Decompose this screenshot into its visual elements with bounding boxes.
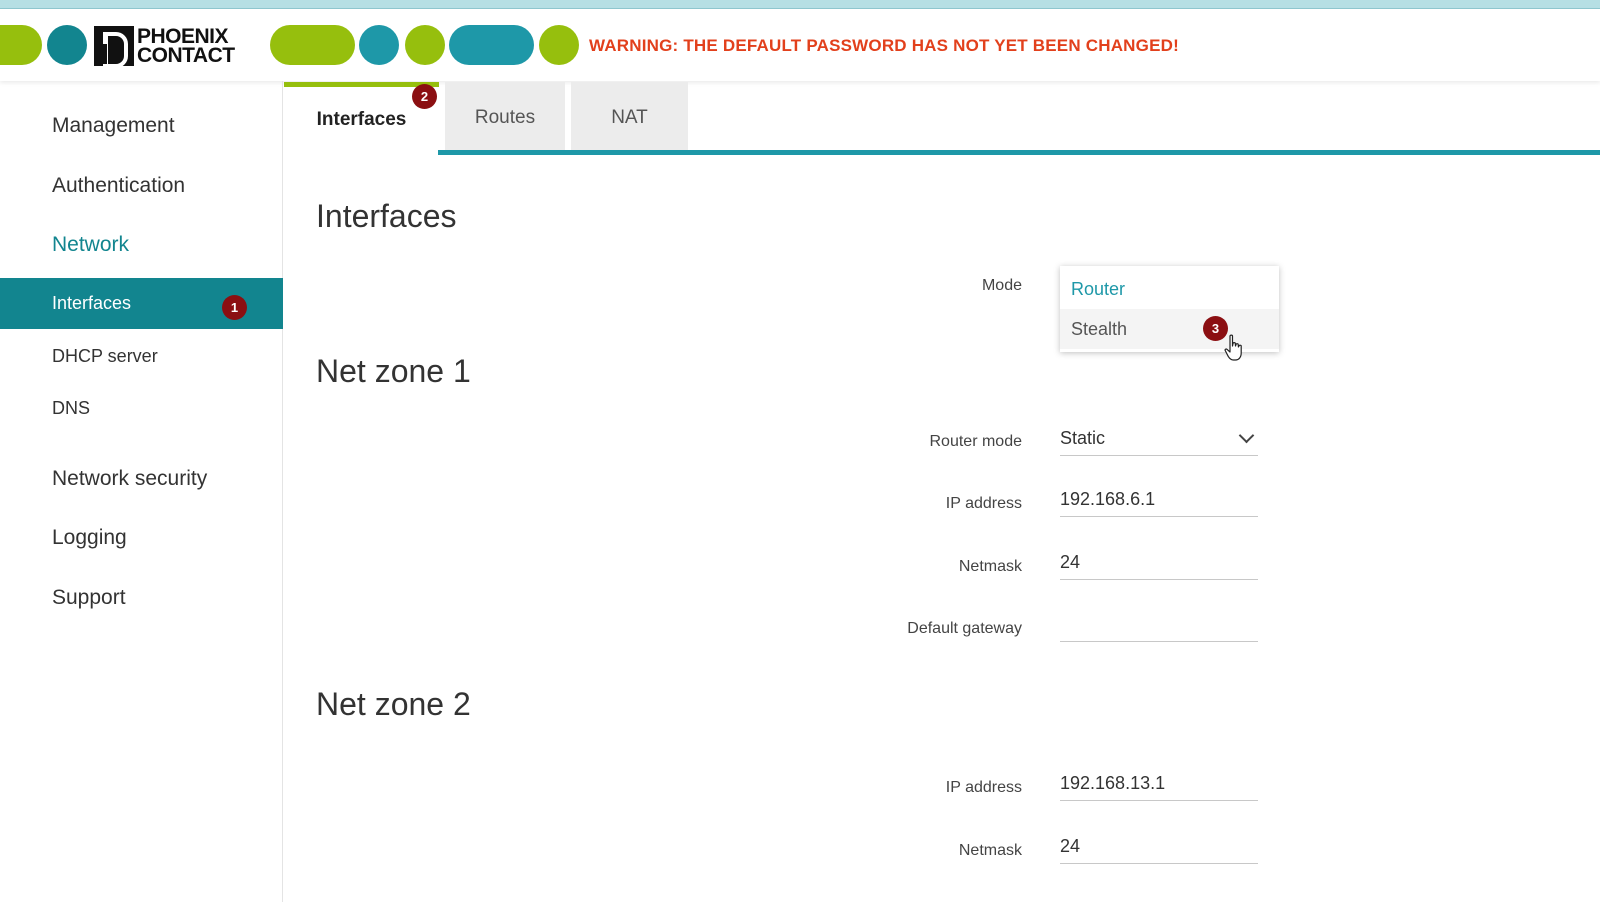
sidebar-item-network-security[interactable]: Network security (52, 467, 207, 491)
brand-shape-6 (449, 25, 534, 65)
nz2-netmask-input[interactable]: 24 (1060, 830, 1258, 864)
mode-option-stealth-label: Stealth (1071, 319, 1128, 339)
brand-shape-3 (270, 25, 355, 65)
phoenix-contact-logo: PHOENIX CONTACT (94, 24, 264, 68)
header-bar: PHOENIX CONTACT WARNING: THE DEFAULT PAS… (0, 9, 1600, 81)
sidebar-subitem-dns[interactable]: DNS (52, 398, 90, 419)
net-zone-2-title: Net zone 2 (316, 686, 471, 722)
router-mode-value: Static (1060, 428, 1106, 448)
nz1-netmask-input[interactable]: 24 (1060, 546, 1258, 580)
hand-pointer-cursor-icon (1224, 334, 1242, 361)
page-title: Interfaces (316, 198, 457, 234)
logo-line-2: CONTACT (137, 44, 235, 67)
mode-option-router[interactable]: Router (1060, 269, 1279, 309)
brand-shape-4 (359, 25, 399, 65)
brand-shape-7 (539, 25, 579, 65)
main-content: Interfaces Mode Net zone 1 Router mode S… (284, 156, 1600, 902)
tab-nat[interactable]: NAT (571, 82, 688, 154)
nz1-ip-address-label: IP address (945, 495, 1022, 512)
sidebar-item-authentication[interactable]: Authentication (52, 174, 185, 198)
step-badge-1: 1 (222, 295, 247, 320)
nz1-default-gateway-input[interactable] (1060, 608, 1258, 642)
brand-shape-2 (47, 25, 87, 65)
chevron-down-icon (1238, 427, 1255, 444)
nz2-netmask-label: Netmask (958, 842, 1022, 859)
sidebar-item-management[interactable]: Management (52, 114, 175, 138)
tab-bar: Interfaces 2 Routes NAT (284, 82, 1600, 156)
sidebar-item-support[interactable]: Support (52, 586, 126, 610)
sidebar-subitem-interfaces[interactable]: Interfaces 1 (0, 278, 283, 329)
sidebar-subitem-interfaces-label: Interfaces (52, 293, 132, 313)
router-mode-label: Router mode (929, 433, 1023, 450)
nz2-ip-address-input[interactable]: 192.168.13.1 (1060, 767, 1258, 801)
sidebar-nav: Management Authentication Network Interf… (0, 81, 283, 902)
tab-routes[interactable]: Routes (445, 82, 565, 154)
tab-routes-label: Routes (474, 107, 536, 128)
nz1-ip-address-input[interactable]: 192.168.6.1 (1060, 483, 1258, 517)
step-badge-2: 2 (412, 84, 437, 109)
mode-label: Mode (981, 277, 1022, 294)
sidebar-item-network[interactable]: Network (52, 233, 129, 257)
tab-nat-label: NAT (611, 107, 648, 128)
mode-dropdown-menu: Router Stealth 3 (1060, 266, 1279, 352)
nz1-netmask-label: Netmask (958, 558, 1022, 575)
tab-underline (438, 150, 1600, 155)
browser-top-strip (0, 0, 1600, 9)
logo-mark-icon (94, 26, 134, 68)
tab-interfaces-label: Interfaces (316, 109, 407, 130)
sidebar-item-logging[interactable]: Logging (52, 526, 127, 550)
nz2-ip-address-label: IP address (945, 779, 1022, 796)
router-mode-select[interactable]: Static (1060, 422, 1258, 456)
sidebar-subitem-dhcp-server[interactable]: DHCP server (52, 346, 158, 367)
default-password-warning[interactable]: WARNING: THE DEFAULT PASSWORD HAS NOT YE… (589, 36, 1179, 56)
brand-shape-1 (0, 25, 42, 65)
nz1-default-gateway-label: Default gateway (907, 620, 1022, 637)
net-zone-1-title: Net zone 1 (316, 353, 471, 389)
brand-shape-5 (405, 25, 445, 65)
mode-option-stealth[interactable]: Stealth 3 (1060, 309, 1279, 349)
